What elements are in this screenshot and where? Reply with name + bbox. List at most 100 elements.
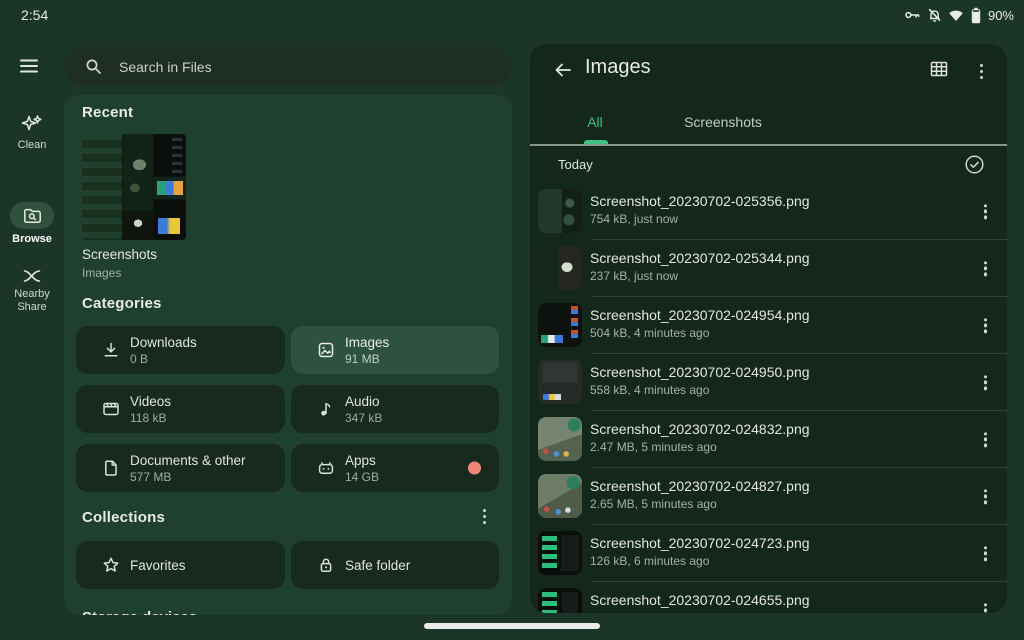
collage-tile	[123, 212, 153, 240]
file-meta: 558 kB, 4 minutes ago	[590, 383, 709, 397]
file-more-icon[interactable]	[980, 542, 991, 565]
search-icon	[85, 58, 102, 75]
sidebar-item-label: Clean	[0, 139, 64, 152]
date-section-label: Today	[558, 157, 593, 172]
category-apps[interactable]: Apps 14 GB	[291, 444, 499, 492]
image-icon	[317, 341, 335, 359]
category-size: 0 B	[130, 352, 197, 366]
file-row[interactable]: Screenshot_20230702-024827.png 2.65 MB, …	[530, 468, 1007, 525]
recent-heading: Recent	[82, 104, 133, 121]
sidebar-item-label: Browse	[0, 233, 64, 246]
music-note-icon	[317, 400, 335, 418]
file-thumbnail	[538, 417, 582, 461]
images-panel: Images All Screenshots Today Screenshot_…	[530, 44, 1007, 613]
collage-tile	[82, 134, 122, 240]
file-more-icon[interactable]	[980, 485, 991, 508]
file-thumbnail	[538, 303, 582, 347]
lock-icon	[317, 556, 335, 574]
category-size: 347 kB	[345, 411, 382, 425]
collage-tile	[154, 177, 186, 199]
file-thumbnail	[538, 360, 582, 404]
collage-tile	[154, 134, 186, 176]
file-name: Screenshot_20230702-024827.png	[590, 478, 810, 494]
clipped-section-heading: Storage devices	[82, 609, 197, 615]
file-name: Screenshot_20230702-024950.png	[590, 364, 810, 380]
collage-tile	[123, 134, 153, 211]
sidebar-item-nearby-share[interactable]: Nearby Share	[0, 268, 64, 314]
tab-screenshots[interactable]: Screenshots	[660, 100, 786, 144]
status-icons: 90%	[904, 0, 1014, 30]
page-title: Images	[585, 56, 651, 79]
category-label: Documents & other	[130, 453, 246, 468]
sidebar-item-clean[interactable]: Clean	[0, 113, 64, 152]
movie-icon	[102, 400, 120, 418]
file-more-icon[interactable]	[980, 599, 991, 613]
file-row[interactable]: Screenshot_20230702-024723.png 126 kB, 6…	[530, 525, 1007, 582]
category-audio[interactable]: Audio347 kB	[291, 385, 499, 433]
file-thumbnail	[538, 189, 582, 233]
file-more-icon[interactable]	[980, 371, 991, 394]
file-row[interactable]: Screenshot_20230702-024954.png 504 kB, 4…	[530, 297, 1007, 354]
file-thumbnail	[538, 474, 582, 518]
file-name: Screenshot_20230702-024832.png	[590, 421, 810, 437]
file-row[interactable]: Screenshot_20230702-024655.png	[530, 582, 1007, 613]
menu-icon[interactable]	[20, 59, 38, 73]
sidebar-item-browse[interactable]: Browse	[0, 202, 64, 246]
panel-more-icon[interactable]	[976, 60, 987, 83]
file-meta: 754 kB, just now	[590, 212, 678, 226]
battery-percent: 90%	[988, 8, 1014, 23]
recent-item-title[interactable]: Screenshots	[82, 247, 157, 262]
category-videos[interactable]: Videos118 kB	[76, 385, 285, 433]
grid-view-icon[interactable]	[929, 59, 949, 79]
category-label: Apps	[345, 453, 379, 468]
sparkle-icon	[0, 113, 64, 135]
file-row[interactable]: Screenshot_20230702-025344.png 237 kB, j…	[530, 240, 1007, 297]
browse-active-pill	[10, 202, 54, 229]
file-meta: 504 kB, 4 minutes ago	[590, 326, 709, 340]
star-icon	[102, 556, 120, 574]
category-downloads[interactable]: Downloads 0 B	[76, 326, 285, 374]
date-section-row: Today	[530, 145, 1007, 183]
sidebar-item-label-line1: Nearby	[0, 288, 64, 301]
category-size: 118 kB	[130, 411, 171, 425]
check-circle-icon[interactable]	[964, 154, 985, 175]
categories-heading: Categories	[82, 295, 162, 312]
file-more-icon[interactable]	[980, 257, 991, 280]
collection-favorites[interactable]: Favorites	[76, 541, 285, 589]
file-more-icon[interactable]	[980, 200, 991, 223]
file-row[interactable]: Screenshot_20230702-024832.png 2.47 MB, …	[530, 411, 1007, 468]
recent-item-subtitle: Images	[82, 266, 121, 280]
file-more-icon[interactable]	[980, 314, 991, 337]
file-row[interactable]: Screenshot_20230702-024950.png 558 kB, 4…	[530, 354, 1007, 411]
search-bar[interactable]: Search in Files	[64, 47, 512, 86]
recent-thumbnail[interactable]	[82, 134, 186, 240]
gesture-navigation-bar[interactable]	[424, 623, 600, 629]
file-meta: 2.65 MB, 5 minutes ago	[590, 497, 717, 511]
sidebar-item-label-line2: Share	[0, 301, 64, 314]
file-meta: 2.47 MB, 5 minutes ago	[590, 440, 717, 454]
file-name: Screenshot_20230702-025356.png	[590, 193, 810, 209]
file-thumbnail	[538, 531, 582, 575]
file-more-icon[interactable]	[980, 428, 991, 451]
file-name: Screenshot_20230702-025344.png	[590, 250, 810, 266]
category-label: Images	[345, 335, 389, 350]
file-name: Screenshot_20230702-024723.png	[590, 535, 810, 551]
category-label: Downloads	[130, 335, 197, 350]
category-size: 14 GB	[345, 470, 379, 484]
download-icon	[102, 341, 120, 359]
tab-all[interactable]: All	[530, 100, 660, 144]
search-placeholder: Search in Files	[119, 59, 212, 75]
collections-more-icon[interactable]	[479, 505, 490, 528]
status-bar: 2:54 90%	[0, 0, 1024, 30]
collection-safe-folder[interactable]: Safe folder	[291, 541, 499, 589]
file-meta: 126 kB, 6 minutes ago	[590, 554, 709, 568]
file-thumbnail	[538, 246, 582, 290]
file-row[interactable]: Screenshot_20230702-025356.png 754 kB, j…	[530, 183, 1007, 240]
collection-label: Favorites	[130, 558, 186, 573]
category-size: 91 MB	[345, 352, 389, 366]
back-icon[interactable]	[552, 59, 574, 81]
category-documents[interactable]: Documents & other577 MB	[76, 444, 285, 492]
tab-bar: All Screenshots	[530, 100, 1007, 145]
collage-tile	[154, 200, 186, 240]
category-images[interactable]: Images 91 MB	[291, 326, 499, 374]
